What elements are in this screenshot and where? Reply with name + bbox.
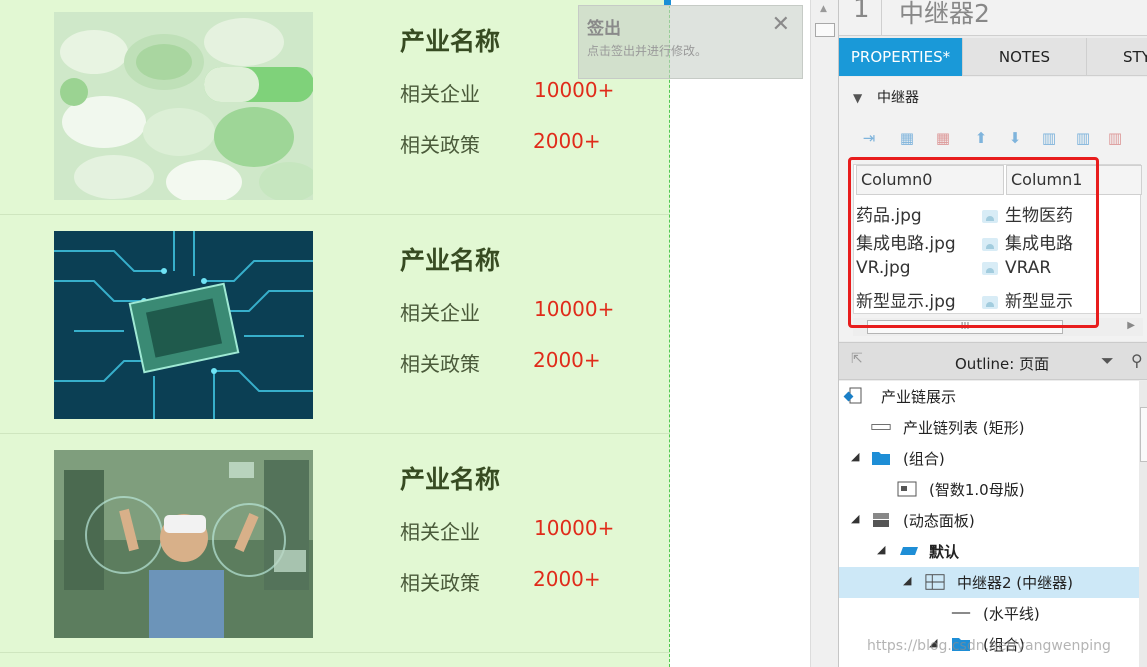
enterprise-value: 10000+	[534, 78, 615, 102]
outline-title: Outline: 页面	[955, 355, 1050, 373]
arrow-up-left-icon[interactable]: ⇱	[851, 351, 863, 367]
tree-item[interactable]: ◢ 默认	[839, 536, 1139, 567]
policy-label: 相关政策	[400, 571, 480, 595]
repeater-section-header[interactable]: ▼ 中继器	[853, 87, 919, 107]
scroll-right-icon[interactable]: ▶	[1127, 320, 1135, 331]
policy-label: 相关政策	[400, 133, 480, 157]
search-icon[interactable]: ⚲	[1131, 351, 1143, 370]
expand-icon[interactable]: ◢	[851, 450, 859, 463]
enterprise-label: 相关企业	[400, 82, 480, 106]
move-down-icon[interactable]: ⬇	[1005, 127, 1025, 149]
industry-row[interactable]: 产业名称 相关企业 10000+ 相关政策 2000+	[0, 434, 670, 653]
repeater-icon	[925, 574, 945, 590]
watermark-text: https://blog.csdn.net/yangwenping	[867, 638, 1111, 654]
guide-line[interactable]	[669, 0, 670, 667]
section-title: 中继器	[877, 90, 919, 106]
widget-header: 1 中继器2	[839, 0, 1147, 36]
move-up-icon[interactable]: ⬆	[971, 127, 991, 149]
delete-column-icon[interactable]: ▥	[1105, 127, 1125, 149]
note-title: 签出	[587, 19, 621, 39]
canvas-scrollbar[interactable]: ▲	[810, 0, 838, 667]
line-icon	[951, 612, 971, 614]
policy-label: 相关政策	[400, 352, 480, 376]
tree-item[interactable]: 产业链展示	[839, 381, 1139, 412]
expand-icon[interactable]: ◢	[903, 574, 911, 587]
tree-item[interactable]: ◢ (动态面板)	[839, 505, 1139, 536]
inspector-tabs: PROPERTIES* NOTES STY	[839, 38, 1147, 76]
tab-style[interactable]: STY	[1087, 38, 1147, 76]
policy-value: 2000+	[533, 348, 601, 372]
enterprise-value: 10000+	[534, 297, 615, 321]
expand-icon[interactable]: ◢	[851, 512, 859, 525]
tree-item[interactable]: 产业链列表 (矩形)	[839, 412, 1139, 443]
policy-value: 2000+	[533, 129, 601, 153]
tab-properties[interactable]: PROPERTIES*	[839, 38, 963, 76]
design-canvas[interactable]: 产业名称 相关企业 10000+ 相关政策 2000+ 产业名称 相关企业 10…	[0, 0, 670, 667]
highlight-annotation-box	[848, 157, 1099, 328]
delete-row-icon[interactable]: ▦	[933, 127, 953, 149]
inspector-panel: 1 中继器2 PROPERTIES* NOTES STY ▼ 中继器 ⇥ ▦ ▦ …	[838, 0, 1147, 667]
outline-header: ⇱ Outline: 页面 ⏷ ⚲	[839, 342, 1147, 380]
industry-row[interactable]: 产业名称 相关企业 10000+ 相关政策 2000+	[0, 0, 670, 215]
scrollbar-thumb[interactable]	[815, 23, 835, 37]
dynamic-panel-icon	[873, 513, 889, 527]
enterprise-label: 相关企业	[400, 301, 480, 325]
chevron-down-icon[interactable]: ▼	[853, 91, 867, 105]
enterprise-label: 相关企业	[400, 520, 480, 544]
policy-value: 2000+	[533, 567, 601, 591]
close-icon[interactable]: ✕	[772, 12, 790, 37]
tree-item[interactable]: (智数1.0母版)	[839, 474, 1139, 505]
tab-notes[interactable]: NOTES	[963, 38, 1087, 76]
page-icon	[843, 387, 862, 404]
industry-row[interactable]: 产业名称 相关企业 10000+ 相关政策 2000+	[0, 215, 670, 434]
tree-item[interactable]: (水平线)	[839, 598, 1139, 629]
outline-scrollbar[interactable]	[1139, 381, 1147, 667]
master-icon	[897, 481, 917, 497]
checkout-note: 签出 点击签出并进行修改。 ✕	[578, 5, 803, 79]
rectangle-icon	[871, 424, 891, 430]
outline-tree[interactable]: 产业链展示 产业链列表 (矩形) ◢ (组合) (智数1.0母版) ◢ (动态面…	[839, 381, 1139, 667]
insert-column-icon[interactable]: ▥	[1039, 127, 1059, 149]
vr-headset-image	[54, 450, 313, 638]
widget-name-field[interactable]: 中继器2	[899, 0, 990, 30]
canvas-margin	[671, 0, 810, 667]
scrollbar-thumb[interactable]	[1140, 407, 1147, 462]
circuit-chip-image	[54, 231, 313, 419]
folder-icon	[872, 452, 890, 465]
enterprise-value: 10000+	[534, 516, 615, 540]
pills-image	[54, 12, 313, 200]
industry-title: 产业名称	[400, 27, 501, 56]
insert-row-icon[interactable]: ⇥	[859, 127, 879, 149]
add-column-icon[interactable]: ▥	[1073, 127, 1093, 149]
tree-item[interactable]: ◢ (组合)	[839, 443, 1139, 474]
tree-item-selected[interactable]: ◢ 中继器2 (中继器)	[839, 567, 1139, 598]
state-icon	[900, 547, 918, 555]
industry-title: 产业名称	[400, 465, 501, 494]
scroll-up-icon[interactable]: ▲	[820, 4, 827, 14]
industry-title: 产业名称	[400, 246, 501, 275]
expand-icon[interactable]: ◢	[877, 543, 885, 556]
widget-number: 1	[853, 0, 870, 24]
add-row-icon[interactable]: ▦	[897, 127, 917, 149]
note-description: 点击签出并进行修改。	[587, 44, 708, 58]
filter-icon[interactable]: ⏷	[1101, 351, 1114, 371]
